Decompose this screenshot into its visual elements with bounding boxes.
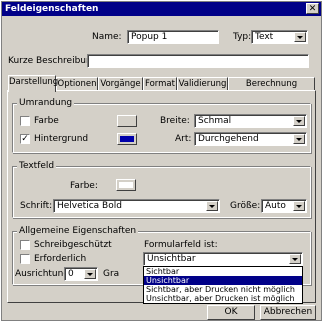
tab-validierung[interactable]: Validierung <box>177 77 228 91</box>
short-description-input[interactable] <box>87 54 309 68</box>
tab-vorgaenge[interactable]: Vorgänge <box>98 77 143 91</box>
option-sichtbar-nicht-drucken[interactable]: Sichtbar, aber Drucken nicht möglich <box>144 285 302 294</box>
chevron-down-icon[interactable] <box>206 201 218 211</box>
alignment-select[interactable]: 0 <box>64 267 98 281</box>
tab-format[interactable]: Format <box>143 77 177 91</box>
chevron-down-icon[interactable] <box>293 201 305 211</box>
background-color-swatch <box>120 136 134 142</box>
font-label: Schrift: <box>20 201 53 211</box>
general-properties-group-title: Allgemeine Eigenschaften <box>17 226 139 237</box>
text-field-group-title: Textfeld <box>17 161 57 172</box>
tab-optionen[interactable]: Optionen <box>56 77 98 91</box>
visibility-select[interactable]: Unsichtbar <box>143 252 303 266</box>
name-label: Name: <box>92 32 122 42</box>
text-color-swatch <box>119 182 133 188</box>
style-value: Durchgehend <box>198 134 259 144</box>
size-select[interactable]: Auto <box>261 199 307 213</box>
width-label: Breite: <box>160 116 190 126</box>
width-value: Schmal <box>198 116 232 126</box>
ok-button[interactable]: OK <box>207 305 255 320</box>
title-bar: Feldeigenschaften ✕ <box>2 2 321 16</box>
width-select[interactable]: Schmal <box>194 114 307 128</box>
border-group-title: Umrandung <box>17 98 75 109</box>
chevron-down-icon[interactable] <box>293 134 305 144</box>
tab-panel-darstellung: Umrandung Farbe Breite: Schmal ✓ Hinterg… <box>7 90 316 304</box>
style-select[interactable]: Durchgehend <box>194 132 307 146</box>
read-only-label: Schreibgeschützt <box>34 240 112 250</box>
close-icon[interactable]: ✕ <box>306 3 319 14</box>
border-color-checkbox[interactable] <box>20 116 30 126</box>
style-label: Art: <box>175 134 192 144</box>
alignment-value: 0 <box>68 269 74 279</box>
type-label: Typ: <box>233 32 252 42</box>
name-input[interactable]: Popup 1 <box>127 30 219 44</box>
size-label: Größe: <box>230 201 261 211</box>
text-color-button[interactable] <box>116 179 136 191</box>
background-checkbox[interactable]: ✓ <box>20 134 30 144</box>
form-field-label: Formularfeld ist: <box>144 240 218 250</box>
font-value: Helvetica Bold <box>57 201 122 211</box>
background-color-button[interactable] <box>117 133 137 145</box>
rotation-label-truncated: Gra <box>103 269 120 279</box>
border-color-swatch <box>120 118 134 124</box>
option-sichtbar[interactable]: Sichtbar <box>144 267 302 276</box>
border-color-label: Farbe <box>34 116 59 126</box>
border-color-button[interactable] <box>117 115 137 127</box>
type-value: Text <box>255 32 274 42</box>
font-select[interactable]: Helvetica Bold <box>53 199 220 213</box>
visibility-value: Unsichtbar <box>147 254 196 264</box>
text-color-label: Farbe: <box>70 181 98 191</box>
chevron-down-icon[interactable] <box>293 116 305 126</box>
chevron-down-icon[interactable] <box>84 269 96 279</box>
tab-darstellung[interactable]: Darstellung <box>8 75 58 92</box>
option-unsichtbar-drucken[interactable]: Unsichtbar, aber Drucken ist möglich <box>144 294 302 303</box>
tab-berechnung[interactable]: Berechnung <box>228 77 315 91</box>
visibility-dropdown-list: Sichtbar Unsichtbar Sichtbar, aber Druck… <box>143 266 303 304</box>
size-value: Auto <box>265 201 286 211</box>
chevron-down-icon[interactable] <box>289 254 301 264</box>
read-only-checkbox[interactable] <box>20 240 30 250</box>
field-properties-dialog: Feldeigenschaften ✕ Name: Popup 1 Typ: T… <box>1 1 322 321</box>
option-unsichtbar[interactable]: Unsichtbar <box>144 276 302 285</box>
required-label: Erforderlich <box>34 254 87 264</box>
window-title: Feldeigenschaften <box>5 4 99 14</box>
required-checkbox[interactable] <box>20 254 30 264</box>
type-select[interactable]: Text <box>251 30 308 44</box>
cancel-button[interactable]: Abbrechen <box>260 305 316 320</box>
chevron-down-icon[interactable] <box>294 32 306 42</box>
background-label: Hintergrund <box>34 134 89 144</box>
